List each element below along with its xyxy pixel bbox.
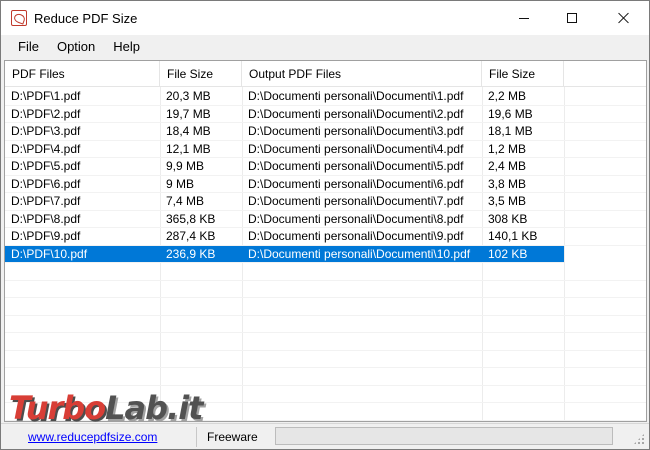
pdf-file-cell: D:\PDF\6.pdf [11,176,81,191]
file-size-cell: 287,4 KB [166,229,216,243]
menu-file[interactable]: File [11,35,46,59]
minimize-icon [519,17,529,19]
list-header: PDF Files File Size Output PDF Files Fil… [5,61,646,87]
output-file-cell: D:\Documenti personali\Documenti\2.pdf [248,106,464,121]
pdf-file-cell: D:\PDF\1.pdf [11,89,81,103]
output-size-cell: 1,2 MB [488,141,527,156]
pdf-file-cell: D:\PDF\5.pdf [11,159,81,173]
output-file-cell: D:\Documenti personali\Documenti\6.pdf [248,176,464,191]
table-row[interactable]: D:\PDF\4.pdf 12,1 MB D:\Documenti personal… [5,141,646,158]
turbolab-watermark: TurboLab.it [9,389,203,427]
pdf-file-cell: D:\PDF\7.pdf [11,194,81,208]
table-row[interactable]: D:\PDF\9.pdf 287,4 KB D:\Documenti persona… [5,228,646,246]
menu-help[interactable]: Help [106,35,147,59]
window-title: Reduce PDF Size [34,11,138,26]
empty-row-line [5,314,646,316]
file-size-cell: 9 MB [166,176,195,191]
pdf-file-cell: D:\PDF\2.pdf [11,106,81,121]
pdf-app-icon [11,10,27,26]
output-size-cell: 140,1 KB [488,229,538,243]
output-file-cell: D:\Documenti personali\Documenti\5.pdf [248,159,464,173]
file-size-cell: 236,9 KB [166,246,216,261]
output-size-cell: 3,8 MB [488,176,527,191]
output-size-cell: 3,5 MB [488,194,527,208]
pdf-file-cell: D:\PDF\4.pdf [11,141,81,156]
file-list[interactable]: PDF Files File Size Output PDF Files Fil… [4,60,647,422]
empty-row-line [5,297,646,298]
file-size-cell: 12,1 MB [166,141,211,156]
output-size-cell: 2,4 MB [488,159,527,173]
menu-bar: File Option Help [1,35,649,59]
file-size-cell: 365,8 KB [166,211,216,226]
empty-row-line [5,367,646,368]
file-size-cell: 9,9 MB [166,159,205,173]
output-size-cell: 308 KB [488,211,528,226]
table-row[interactable]: D:\PDF\3.pdf 18,4 MB D:\Documenti personal… [5,123,646,141]
pdf-file-cell: D:\PDF\3.pdf [11,124,81,138]
output-size-cell: 19,6 MB [488,106,533,121]
empty-row-line [5,332,646,333]
file-size-cell: 19,7 MB [166,106,211,121]
pdf-file-cell: D:\PDF\9.pdf [11,229,81,243]
empty-row-line [5,349,646,351]
output-file-cell: D:\Documenti personali\Documenti\7.pdf [248,194,464,208]
output-file-cell: D:\Documenti personali\Documenti\4.pdf [248,141,464,156]
file-size-cell: 20,3 MB [166,89,211,103]
output-file-cell: D:\Documenti personali\Documenti\8.pdf [248,211,464,226]
status-divider [196,427,197,447]
table-row[interactable]: D:\PDF\10.pdf 236,9 KB D:\Documenti person… [5,245,564,263]
header-file-size[interactable]: File Size [160,61,242,87]
resize-grip-icon[interactable] [633,433,645,445]
output-size-cell: 2,2 MB [488,89,527,103]
output-size-cell: 102 KB [488,246,528,261]
table-row[interactable]: D:\PDF\7.pdf 7,4 MB D:\Documenti personali… [5,193,646,211]
minimize-button[interactable] [501,1,547,35]
license-label: Freeware [207,430,258,444]
title-bar[interactable]: Reduce PDF Size [1,1,649,35]
close-icon [618,12,630,24]
output-file-cell: D:\Documenti personali\Documenti\3.pdf [248,124,464,138]
empty-row-line [5,384,646,386]
header-pdf-files[interactable]: PDF Files [5,61,160,87]
header-output-file-size[interactable]: File Size [482,61,564,87]
menu-option[interactable]: Option [50,35,102,59]
pdf-file-cell: D:\PDF\8.pdf [11,211,81,226]
table-row[interactable]: D:\PDF\8.pdf 365,8 KB D:\Documenti persona… [5,211,646,228]
website-link[interactable]: www.reducepdfsize.com [28,430,157,444]
file-size-cell: 18,4 MB [166,124,211,138]
table-row[interactable]: D:\PDF\6.pdf 9 MB D:\Documenti personali\D… [5,176,646,193]
maximize-button[interactable] [549,1,595,35]
output-file-cell: D:\Documenti personali\Documenti\10.pdf [248,246,471,261]
output-file-cell: D:\Documenti personali\Documenti\9.pdf [248,229,464,243]
output-size-cell: 18,1 MB [488,124,533,138]
table-row[interactable]: D:\PDF\5.pdf 9,9 MB D:\Documenti personali… [5,158,646,176]
pdf-file-cell: D:\PDF\10.pdf [11,246,88,261]
file-size-cell: 7,4 MB [166,194,205,208]
output-file-cell: D:\Documenti personali\Documenti\1.pdf [248,89,464,103]
maximize-icon [567,13,577,23]
table-row[interactable]: D:\PDF\1.pdf 20,3 MB D:\Documenti personal… [5,88,646,106]
header-output-pdf-files[interactable]: Output PDF Files [242,61,482,87]
close-button[interactable] [601,1,647,35]
table-row[interactable]: D:\PDF\2.pdf 19,7 MB D:\Documenti personal… [5,106,646,123]
empty-row-line [5,279,646,281]
app-window: Reduce PDF Size File Option Help PDF Fil… [0,0,650,450]
progress-bar [275,427,613,445]
